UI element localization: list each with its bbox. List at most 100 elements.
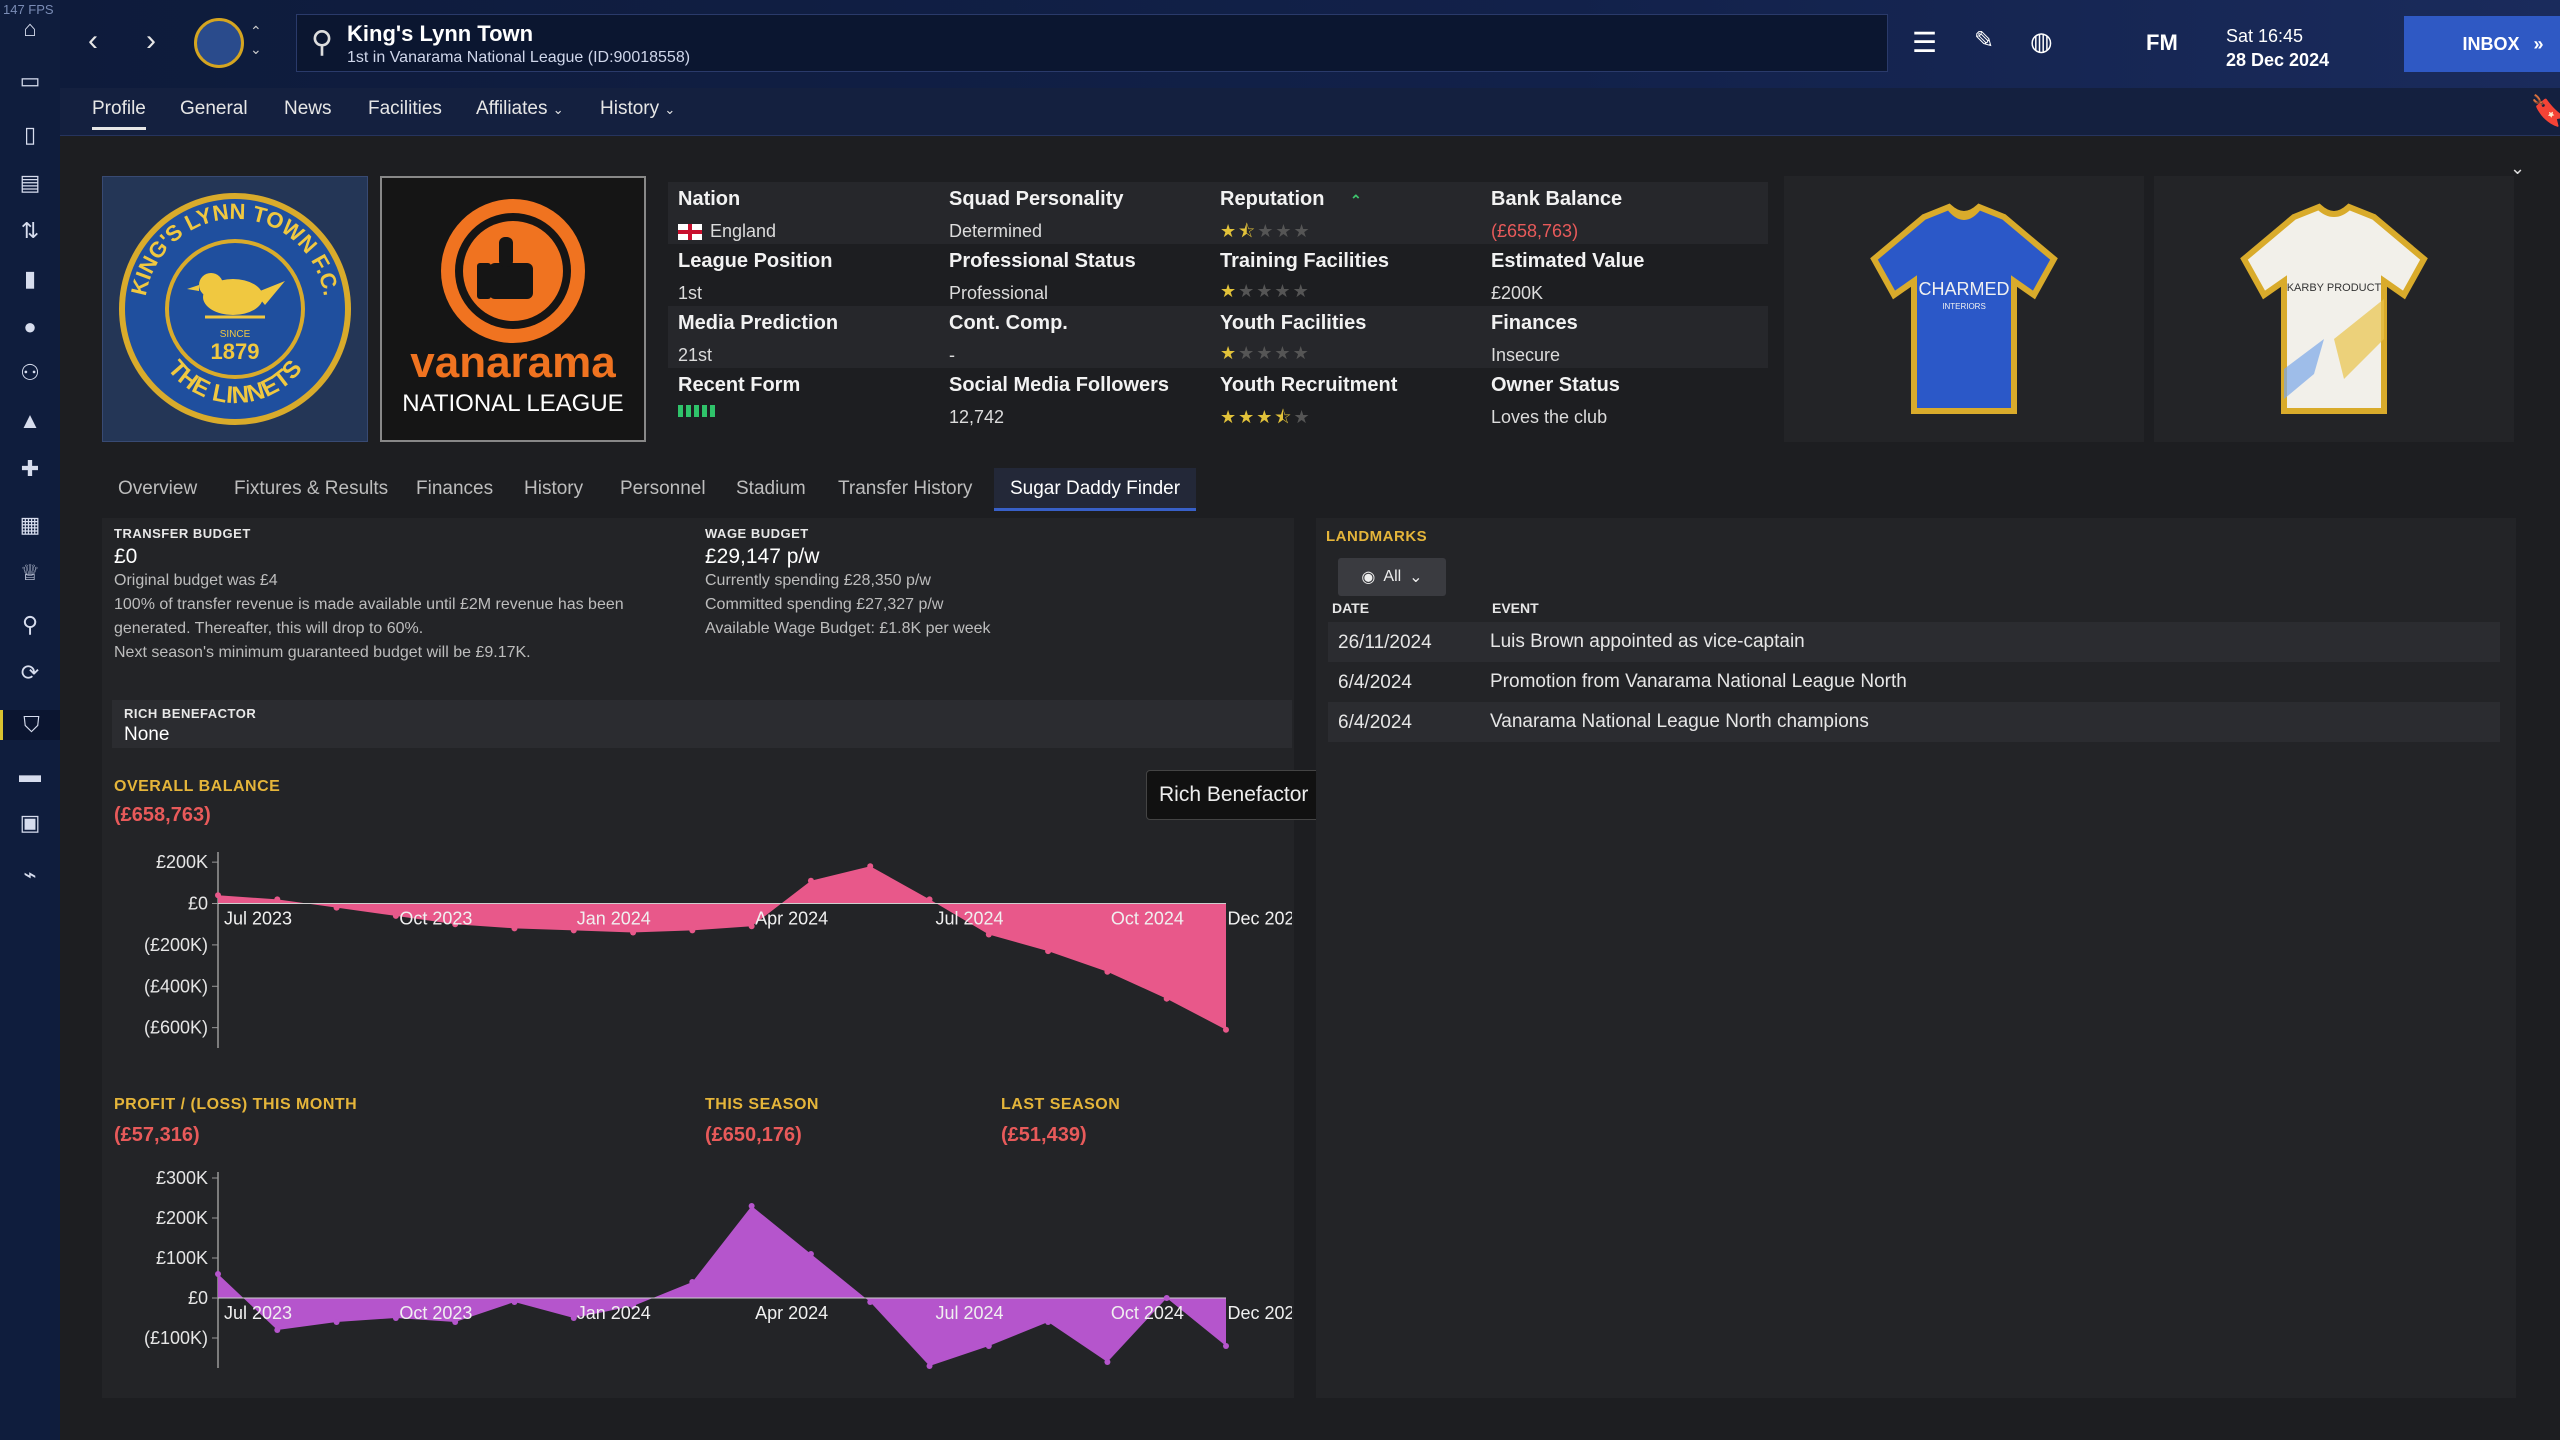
tab-affiliates-label: Affiliates [476,98,548,119]
transfers-icon[interactable]: ✚ [15,454,45,484]
away-kit-card[interactable]: KARBY PRODUCT [2154,176,2514,442]
landmark-row[interactable]: 6/4/2024 Vanarama National League North … [1328,702,2500,742]
training-icon[interactable]: ● [15,312,45,342]
data-point[interactable] [1223,1026,1229,1033]
recent-form-bars[interactable] [678,405,800,417]
tab-profile[interactable]: Profile [92,98,146,130]
data-point[interactable] [1223,1343,1229,1349]
data-point[interactable] [1104,968,1111,975]
squad-icon[interactable]: ▯ [15,120,45,150]
club-info-icon[interactable]: ⛉ [0,710,60,740]
data-point[interactable] [274,896,281,903]
data-point[interactable] [867,863,874,870]
data-point[interactable] [807,1251,814,1257]
data-point[interactable] [985,1343,992,1349]
data-point[interactable] [392,912,399,919]
tab-sugar-daddy-finder[interactable]: Sugar Daddy Finder [994,468,1197,511]
dev-centre-icon[interactable]: ⌁ [15,860,45,890]
data-point[interactable] [689,1279,696,1285]
nation-value[interactable]: England [710,221,776,241]
landmarks-event-header[interactable]: EVENT [1492,600,1539,616]
inbox-continue-button[interactable]: INBOX » [2404,16,2560,72]
competition-logo-card[interactable]: vanarama NATIONAL LEAGUE [380,176,646,442]
tab-history[interactable]: History ⌄ [600,98,675,120]
world-icon[interactable]: ◍ [2030,26,2053,57]
data-point[interactable] [215,1271,221,1277]
calendar-icon[interactable]: ▦ [15,510,45,540]
data-point[interactable] [274,1327,281,1333]
data-point[interactable] [748,1203,755,1209]
home-kit-card[interactable]: CHARMED INTERIORS [1784,176,2144,442]
tab-history[interactable]: History [524,478,583,500]
refresh-icon[interactable]: ⟳ [15,658,45,688]
search-icon[interactable]: ⚲ [15,610,45,640]
owner-status-label: Owner Status [1491,374,1620,396]
team-report-icon[interactable]: ⇅ [15,216,45,246]
data-point[interactable] [511,1299,518,1305]
data-point[interactable] [1045,1319,1052,1325]
profit-loss-chart[interactable]: £300K £200K £100K £0 (£100K) Jul 2023 Oct 2023… [102,1148,1292,1398]
data-point[interactable] [985,931,992,938]
star-icon: ★ [1292,281,1311,301]
data-point[interactable] [748,923,755,930]
wage-note-1: Currently spending £28,350 p/w [705,572,931,589]
inbox-icon[interactable]: ▭ [15,66,45,96]
data-point[interactable] [333,904,340,911]
game-clock[interactable]: Sat 16:45 28 Dec 2024 [2226,24,2329,72]
rich-benefactor-box[interactable]: RICH BENEFACTOR None [112,700,1292,748]
data-point[interactable] [926,1363,933,1369]
club-vision-icon[interactable]: ▣ [15,808,45,838]
data-point[interactable] [630,929,637,936]
tab-general[interactable]: General [180,98,248,120]
home-icon[interactable]: ⌂ [15,14,45,44]
tab-fixtures-results[interactable]: Fixtures & Results [234,478,388,500]
data-point[interactable] [1163,1295,1170,1301]
tab-news[interactable]: News [284,98,332,120]
data-point[interactable] [215,892,221,899]
data-point[interactable] [511,925,518,932]
tab-transfer-history[interactable]: Transfer History [838,478,972,500]
chart-area [218,1206,1226,1366]
landmark-row[interactable]: 26/11/2024 Luis Brown appointed as vice-… [1328,622,2500,662]
tab-affiliates[interactable]: Affiliates ⌄ [476,98,564,120]
tab-facilities[interactable]: Facilities [368,98,442,120]
tab-personnel[interactable]: Personnel [620,478,706,500]
competitions-icon[interactable]: ♕ [15,558,45,588]
wage-budget-label: WAGE BUDGET [705,526,809,541]
tab-stadium[interactable]: Stadium [736,478,806,500]
search-bar[interactable]: ⚲ King's Lynn Town 1st in Vanarama Natio… [296,14,1888,72]
x-tick-label: Jul 2023 [224,909,292,929]
fm-logo[interactable]: FM [2146,30,2178,56]
landmarks-filter-dropdown[interactable]: ◉ All ⌄ [1338,558,1446,596]
data-point[interactable] [1163,995,1170,1002]
landmarks-date-header[interactable]: DATE [1332,600,1369,616]
medical-icon[interactable]: ⚇ [15,358,45,388]
data-point[interactable] [392,1315,399,1321]
edit-icon[interactable]: ✎ [1974,26,1994,55]
overall-balance-chart[interactable]: £200K £0 (£200K) (£400K) (£600K) Jul 2023 Oct … [102,828,1292,1078]
data-point[interactable] [333,1319,340,1325]
data-point[interactable] [1045,948,1052,955]
data-point[interactable] [926,896,933,903]
back-arrow-icon[interactable]: ‹ [88,24,98,58]
cont-comp-cell: Cont. Comp. - [949,312,1068,366]
scouting-icon[interactable]: ▲ [15,406,45,436]
bookmark-icon[interactable]: 🔖 [2530,94,2560,129]
club-crest-small[interactable] [194,18,244,68]
y-tick-label: (£400K) [144,976,208,996]
menu-icon[interactable]: ☰ [1912,26,1937,59]
finances-icon[interactable]: ▬ [15,760,45,790]
data-point[interactable] [807,877,814,884]
data-point[interactable] [867,1299,874,1305]
data-point[interactable] [1104,1359,1111,1365]
y-tick-label: (£600K) [144,1018,208,1038]
landmark-row[interactable]: 6/4/2024 Promotion from Vanarama Nationa… [1328,662,2500,702]
data-point[interactable] [689,927,696,934]
tab-finances[interactable]: Finances [416,478,493,500]
tab-overview[interactable]: Overview [118,478,197,500]
tactics-icon[interactable]: ▤ [15,168,45,198]
profit-loss-value: (£57,316) [114,1124,200,1146]
staff-icon[interactable]: ▮ [15,264,45,294]
forward-arrow-icon[interactable]: › [146,24,156,58]
club-switch-arrows[interactable]: ⌃ ⌄ [250,22,262,58]
